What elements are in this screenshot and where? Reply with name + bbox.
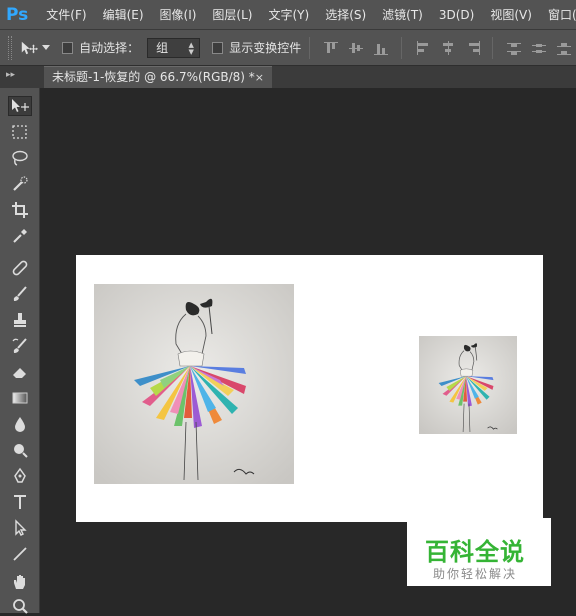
align-hcenter-icon[interactable] xyxy=(440,40,455,56)
options-divider xyxy=(492,36,494,59)
menu-select[interactable]: 选择(S) xyxy=(317,6,374,23)
tools-panel xyxy=(0,88,40,616)
show-transform-label: 显示变换控件 xyxy=(229,41,302,55)
gradient-icon[interactable] xyxy=(10,388,30,408)
close-icon[interactable]: × xyxy=(255,67,264,88)
menu-3d[interactable]: 3D(D) xyxy=(431,8,482,22)
crop-icon[interactable] xyxy=(10,200,30,220)
menu-bar: Ps 文件(F) 编辑(E) 图像(I) 图层(L) 文字(Y) 选择(S) 滤… xyxy=(0,0,576,30)
document-tab-title: 未标题-1-恢复的 @ 66.7%(RGB/8) * xyxy=(52,70,255,84)
move-icon[interactable] xyxy=(8,96,32,116)
align-top-icon[interactable] xyxy=(323,40,339,56)
ballerina-artwork-large[interactable] xyxy=(94,284,294,484)
menu-file[interactable]: 文件(F) xyxy=(38,6,94,23)
ballerina-artwork-small[interactable] xyxy=(419,336,517,434)
watermark-title: 百科全说 xyxy=(425,538,525,566)
menu-type[interactable]: 文字(Y) xyxy=(260,6,317,23)
menu-view[interactable]: 视图(V) xyxy=(482,6,540,23)
move-tool-icon xyxy=(21,41,38,54)
auto-select-target-value: 组 xyxy=(156,41,169,55)
document-tab-bar: ▸▸ 未标题-1-恢复的 @ 66.7%(RGB/8) * × xyxy=(0,66,576,88)
blur-icon[interactable] xyxy=(10,414,30,434)
menu-edit[interactable]: 编辑(E) xyxy=(95,6,152,23)
photoshop-logo: Ps xyxy=(6,4,29,25)
auto-select-label: 自动选择： xyxy=(79,41,140,55)
hand-icon[interactable] xyxy=(10,572,30,592)
stamp-icon[interactable] xyxy=(10,310,30,330)
quick-select-icon[interactable] xyxy=(10,174,30,194)
watermark-subtitle: 助你轻松解决 xyxy=(433,567,518,581)
type-icon[interactable] xyxy=(10,492,30,512)
align-vcenter-icon[interactable] xyxy=(348,40,364,56)
menu-window[interactable]: 窗口(W) xyxy=(540,6,576,23)
path-select-icon[interactable] xyxy=(10,518,30,538)
align-right-icon[interactable] xyxy=(465,40,480,56)
baike-watermark: 百科全说 助你轻松解决 xyxy=(407,518,551,586)
options-bar-grip[interactable] xyxy=(8,35,12,60)
eraser-icon[interactable] xyxy=(10,362,30,382)
menu-image[interactable]: 图像(I) xyxy=(152,6,205,23)
options-divider xyxy=(400,36,402,59)
line-icon[interactable] xyxy=(10,544,30,564)
panel-collapse-icon[interactable]: ▸▸ xyxy=(6,70,15,80)
menu-filter[interactable]: 滤镜(T) xyxy=(374,6,431,23)
options-divider xyxy=(309,36,311,59)
options-bar: 自动选择： 组 ▲ ▼ 显示变换控件 xyxy=(0,30,576,66)
pen-icon[interactable] xyxy=(10,466,30,486)
show-transform-checkbox[interactable] xyxy=(211,41,224,54)
auto-select-checkbox[interactable] xyxy=(61,41,74,54)
distribute-bottom-icon[interactable] xyxy=(556,40,572,56)
brush-icon[interactable] xyxy=(10,284,30,304)
align-bottom-icon[interactable] xyxy=(373,40,388,56)
history-brush-icon[interactable] xyxy=(10,336,30,356)
dodge-icon[interactable] xyxy=(10,440,30,460)
menu-layer[interactable]: 图层(L) xyxy=(204,6,260,23)
align-left-icon[interactable] xyxy=(415,40,430,56)
eyedropper-icon[interactable] xyxy=(10,226,30,246)
tab-document[interactable]: 未标题-1-恢复的 @ 66.7%(RGB/8) * × xyxy=(44,66,272,88)
lasso-icon[interactable] xyxy=(10,148,30,168)
healing-icon[interactable] xyxy=(10,258,30,278)
marquee-icon[interactable] xyxy=(10,122,30,142)
zoom-icon[interactable] xyxy=(10,596,30,616)
spinner-arrows-icon: ▲ ▼ xyxy=(188,40,194,56)
distribute-top-icon[interactable] xyxy=(506,40,522,56)
distribute-vcenter-icon[interactable] xyxy=(531,40,547,56)
auto-select-target-dropdown[interactable]: 组 ▲ ▼ xyxy=(147,37,200,58)
chevron-down-icon xyxy=(41,45,50,50)
tool-preset-picker[interactable] xyxy=(20,36,50,60)
